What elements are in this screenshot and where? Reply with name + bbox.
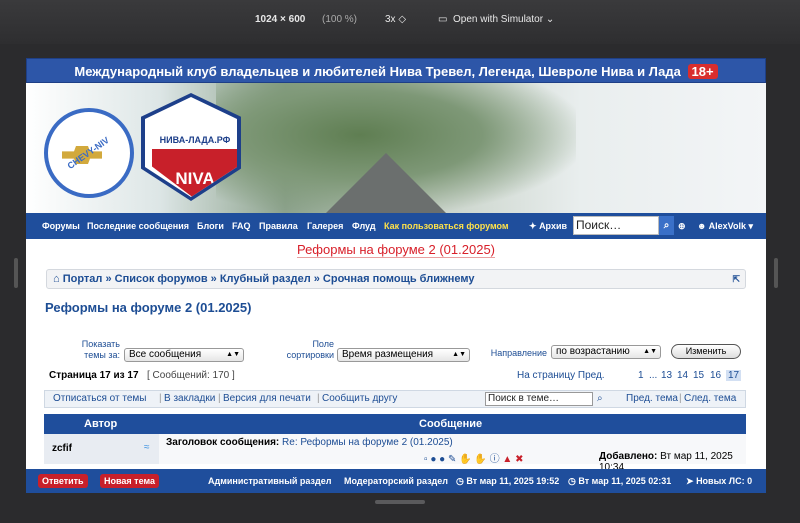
delete-icon[interactable]: ✖ — [515, 454, 523, 465]
home-indicator — [375, 500, 425, 504]
last-visit-time: ◷ Вт мар 11, 2025 02:31 — [568, 476, 672, 486]
user-menu[interactable]: ☻ AlexVolk ▾ — [697, 221, 753, 232]
change-button[interactable]: Изменить — [671, 344, 741, 359]
next-topic-link[interactable]: След. тема — [684, 391, 736, 407]
goto-page-link[interactable]: На страницу Пред. — [517, 370, 605, 381]
road-image — [326, 153, 446, 213]
browser-viewport: Международный клуб владельцев и любителе… — [26, 58, 766, 493]
topic-search-input[interactable]: Поиск в теме… — [485, 392, 593, 406]
moderator-link[interactable]: Модераторский раздел — [344, 476, 448, 486]
warning-icon[interactable]: ▲ — [502, 454, 512, 465]
post-actions: ▫ ● ● ✎ ✋ ✋ ⓘ ▲ ✖ — [424, 450, 523, 465]
post-subject-link[interactable]: Re: Реформы на форуме 2 (01.2025) — [282, 437, 453, 448]
page-link[interactable]: 16 — [710, 370, 721, 381]
sort-field-label: Поле сортировки — [286, 339, 334, 360]
sort-field-select[interactable]: Время размещения ▲▼ — [337, 348, 470, 362]
pin-icon: ✦ — [529, 221, 537, 231]
direction-select[interactable]: по возрастанию ▲▼ — [551, 345, 661, 359]
message-column-header: Сообщение — [419, 418, 483, 430]
reply-button[interactable]: Ответить — [38, 474, 88, 488]
page-link[interactable]: 14 — [677, 370, 688, 381]
print-link[interactable]: Версия для печати — [223, 391, 311, 407]
nav-search-button[interactable]: ⌕ — [659, 216, 674, 235]
main-nav: Форумы Последние сообщения Блоги FAQ Пра… — [26, 213, 766, 239]
search-icon[interactable]: ⌕ — [597, 391, 603, 407]
page-title[interactable]: Реформы на форуме 2 (01.2025) — [45, 300, 251, 315]
nav-archive[interactable]: ✦ Архив — [529, 221, 567, 232]
post-subject: Заголовок сообщения: Re: Реформы на фору… — [166, 437, 453, 448]
resolution-field[interactable]: 1024 × 600 — [255, 14, 305, 25]
site-title: Международный клуб владельцев и любителе… — [74, 64, 681, 79]
nav-recent-posts[interactable]: Последние сообщения — [87, 221, 189, 231]
clock-icon: ◷ — [456, 476, 464, 486]
zoom-label: (100 %) — [322, 14, 358, 25]
nav-search-input[interactable]: Поиск… — [573, 216, 659, 235]
post-count: [ Сообщений: 170 ] — [147, 370, 235, 381]
users-icon: ☻ — [697, 221, 707, 231]
bookmark-link[interactable]: В закладки — [164, 391, 215, 407]
info-icon[interactable]: ⓘ — [490, 454, 500, 465]
page-ellipsis: ... — [649, 370, 658, 381]
nav-flood[interactable]: Флуд — [352, 221, 376, 231]
advanced-search-icon[interactable]: ⊕ — [678, 221, 686, 232]
site-title-bar: Международный клуб владельцев и любителе… — [26, 58, 766, 83]
online-icon: ≈ — [144, 442, 150, 453]
side-handle-right[interactable] — [774, 258, 778, 288]
posts-table-header: Автор Сообщение — [44, 414, 746, 434]
thumb-up-icon[interactable]: ✋ — [474, 454, 486, 465]
post-link-icon[interactable]: ▫ — [424, 454, 428, 465]
age-badge: 18+ — [687, 64, 718, 79]
breadcrumb[interactable]: ⌂ Портал » Список форумов » Клубный разд… — [46, 269, 746, 289]
show-topics-label: Показать темы за: — [81, 339, 120, 360]
chevy-niva-logo[interactable]: CHEVY-NIV — [44, 108, 134, 198]
quote-icon[interactable]: ● — [430, 454, 436, 465]
page-link[interactable]: 15 — [693, 370, 704, 381]
side-handle-left[interactable] — [14, 258, 18, 288]
page-link[interactable]: 13 — [661, 370, 672, 381]
edit-icon[interactable]: ✎ — [448, 454, 456, 465]
page-info: Страница 17 из 17 — [49, 370, 139, 381]
reply-icon[interactable]: ● — [439, 454, 445, 465]
tell-friend-link[interactable]: Сообщить другу — [322, 391, 397, 407]
author-cell: zcfif ≈ — [44, 434, 159, 464]
header-banner: CHEVY-NIV НИВА-ЛАДА.РФ NIVA — [26, 83, 766, 213]
current-time: ◷ Вт мар 11, 2025 19:52 — [456, 476, 560, 486]
topic-toolbar: Отписаться от темы | В закладки | Версия… — [44, 390, 746, 408]
scale-selector[interactable]: 3x ◇ — [385, 14, 406, 25]
device-icon: ▭ — [438, 14, 448, 25]
nav-gallery[interactable]: Галерея — [307, 221, 343, 231]
current-page: 17 — [726, 370, 742, 381]
logo-site-name: НИВА-ЛАДА.РФ — [159, 135, 231, 145]
unsubscribe-link[interactable]: Отписаться от темы — [53, 391, 146, 407]
nav-faq[interactable]: FAQ — [232, 221, 251, 231]
open-simulator-button[interactable]: Open with Simulator ⌄ — [453, 14, 554, 25]
nav-how-to-use[interactable]: Как пользоваться форумом — [384, 221, 509, 231]
author-name[interactable]: zcfif — [52, 443, 72, 454]
simulator-toolbar: 1024 × 600 (100 %) 3x ◇ ▭ Open with Simu… — [0, 0, 800, 44]
prev-topic-link[interactable]: Пред. тема — [626, 391, 678, 407]
banner-topic-title[interactable]: Реформы на форуме 2 (01.2025) — [26, 242, 766, 258]
home-icon: ⌂ — [53, 273, 60, 285]
page-link[interactable]: 1 — [638, 370, 644, 381]
new-topic-button[interactable]: Новая тема — [100, 474, 160, 488]
thumb-down-icon[interactable]: ✋ — [459, 454, 471, 465]
nav-rules[interactable]: Правила — [259, 221, 298, 231]
table-row: zcfif ≈ Заголовок сообщения: Re: Реформы… — [44, 434, 746, 473]
bottom-bar: Ответить Новая тема Административный раз… — [26, 469, 766, 493]
pm-link[interactable]: ➤ Новых ЛС: 0 — [686, 476, 752, 487]
nav-blogs[interactable]: Блоги — [197, 221, 224, 231]
direction-label: Направление — [490, 348, 547, 358]
show-topics-select[interactable]: Все сообщения ▲▼ — [124, 348, 244, 362]
clock-icon: ◷ — [568, 476, 576, 486]
author-column-header: Автор — [84, 418, 118, 430]
admin-link[interactable]: Административный раздел — [208, 476, 331, 486]
send-icon: ➤ — [686, 476, 694, 486]
expand-icon[interactable]: ⇱ — [732, 270, 740, 288]
nav-forums[interactable]: Форумы — [42, 221, 80, 231]
